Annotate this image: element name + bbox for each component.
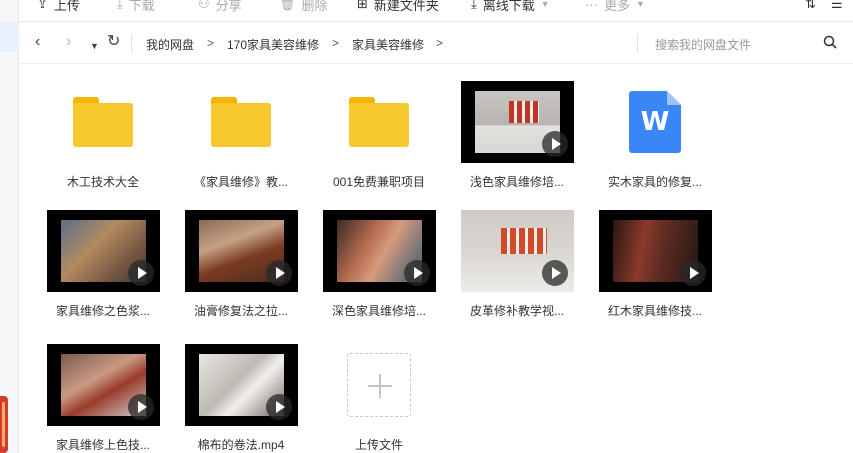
file-name: 深色家具维修培... [331,304,426,318]
folder-icon [73,97,133,147]
video-thumbnail [46,344,160,426]
play-icon [403,260,430,286]
folder-icon [349,97,409,147]
file-tile[interactable]: 浅色家具维修培... [453,76,581,202]
share-button[interactable]: ⚇ 分享 [198,0,242,13]
file-name: 油膏修复法之拉... [193,304,288,318]
view-mode-button[interactable]: ☰ [831,0,843,13]
new-folder-icon: ⊞ [357,0,368,11]
breadcrumb-separator: > [332,36,340,50]
download-icon: ⤓ [117,0,123,11]
delete-label: 删除 [301,0,328,13]
download-button[interactable]: ⤓ 下载 [117,0,155,13]
file-tile[interactable]: 家具维修上色技... [39,339,167,453]
play-icon [541,260,568,286]
sort-button[interactable]: ⇅ [805,0,816,13]
download-label: 下载 [128,0,155,13]
upload-icon: ⇪ [37,0,48,11]
play-icon [265,260,292,286]
offline-download-icon: ⤓ [471,0,477,11]
new-folder-label: 新建文件夹 [373,0,439,13]
file-name: 《家具维修》教... [193,175,288,189]
play-icon [679,260,706,286]
offline-download-label: 离线下载 [482,0,535,13]
sort-icon: ⇅ [805,0,816,11]
file-tile[interactable]: 木工技术大全 [39,76,167,202]
list-view-icon: ☰ [831,0,843,11]
video-thumbnail [460,210,574,292]
file-tile[interactable]: 深色家具维修培... [315,205,443,331]
play-icon [541,131,568,157]
video-thumbnail [46,210,160,292]
delete-button[interactable]: 🗑 删除 [279,0,328,13]
back-icon[interactable]: ‹ [35,34,40,50]
search-input[interactable]: 搜索我的网盘文件 [655,36,751,53]
file-tile[interactable]: 红木家具维修技... [591,205,719,331]
file-name: 木工技术大全 [66,175,139,189]
app-window: ⇪ 上传 ⤓ 下载 ⚇ 分享 🗑 删除 ⊞ 新建文件夹 ⤓ 离线下载 ▼ ···… [0,0,853,453]
refresh-icon[interactable]: ↻ [107,34,120,50]
upload-label: 上传文件 [354,438,403,452]
share-label: 分享 [215,0,242,13]
play-icon [127,394,154,420]
breadcrumb-root[interactable]: 我的网盘 [146,36,194,53]
file-name: 实木家具的修复... [607,175,702,189]
file-tile[interactable]: 油膏修复法之拉... [177,205,305,331]
history-dropdown-icon[interactable]: ▼ [90,38,99,54]
play-icon [127,260,154,286]
forward-icon[interactable]: › [66,34,71,50]
file-tile[interactable]: 家具维修之色浆... [39,205,167,331]
file-name: 001免费兼职项目 [332,175,426,189]
folder-icon [211,97,271,147]
more-label: 更多 [604,0,631,13]
new-folder-button[interactable]: ⊞ 新建文件夹 [357,0,439,13]
video-thumbnail [460,81,574,163]
file-name: 红木家具维修技... [607,304,702,318]
breadcrumb-separator: > [207,36,215,50]
more-dots-icon: ··· [585,0,598,12]
file-tile[interactable]: 皮革修补教学视... [453,205,581,331]
file-name: 棉布的卷法.mp4 [197,438,285,452]
navigation-bar: ‹ › ▼ ↻ 我的网盘 > 170家具美容维修 > 家具美容维修 > 搜索我的… [19,22,853,64]
trash-icon: 🗑 [279,0,296,11]
play-icon [265,394,292,420]
add-icon[interactable] [347,353,411,417]
video-thumbnail [184,344,298,426]
divider [637,34,638,52]
chevron-down-icon: ▼ [540,0,550,9]
breadcrumb-item[interactable]: 170家具美容维修 [227,36,319,53]
search-icon[interactable] [823,35,837,54]
word-doc-icon: W [629,91,681,153]
file-tile[interactable]: 《家具维修》教... [177,76,305,202]
sidebar-selected-item[interactable] [0,22,19,52]
toolbar: ⇪ 上传 ⤓ 下载 ⚇ 分享 🗑 删除 ⊞ 新建文件夹 ⤓ 离线下载 ▼ ···… [19,0,853,22]
promo-banner[interactable] [0,396,8,453]
breadcrumb-current[interactable]: 家具美容维修 [352,36,424,53]
file-name: 家具维修之色浆... [55,304,150,318]
more-button[interactable]: ··· 更多 ▼ [585,0,645,13]
video-thumbnail [184,210,298,292]
upload-button[interactable]: ⇪ 上传 [37,0,80,13]
file-name: 皮革修补教学视... [469,304,564,318]
file-tile[interactable]: 001免费兼职项目 [315,76,443,202]
upload-tile[interactable]: 上传文件 [315,339,443,453]
file-tile[interactable]: 棉布的卷法.mp4 [177,339,305,453]
video-thumbnail [322,210,436,292]
file-tile[interactable]: W 实木家具的修复... [591,76,719,202]
sidebar [0,0,19,453]
offline-download-button[interactable]: ⤓ 离线下载 ▼ [471,0,550,13]
share-icon: ⚇ [198,0,210,11]
file-name: 浅色家具维修培... [469,175,564,189]
breadcrumb-separator: > [436,36,444,50]
upload-label: 上传 [53,0,80,13]
divider [131,34,132,52]
file-name: 家具维修上色技... [55,438,150,452]
chevron-down-icon: ▼ [636,0,645,9]
video-thumbnail [598,210,712,292]
